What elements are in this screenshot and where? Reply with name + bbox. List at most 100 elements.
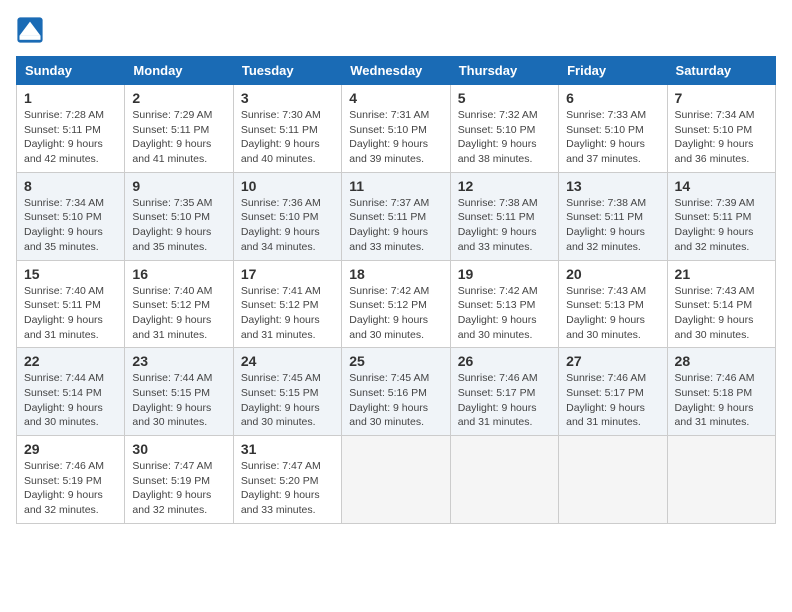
day-number: 6 <box>566 90 659 106</box>
calendar-cell: 16Sunrise: 7:40 AMSunset: 5:12 PMDayligh… <box>125 260 233 348</box>
calendar-cell: 19 Sunrise: 7:42 AMSunset: 5:13 PMDayligh… <box>450 260 558 348</box>
day-header-sunday: Sunday <box>17 57 125 85</box>
day-header-saturday: Saturday <box>667 57 775 85</box>
calendar-week-2: 8 Sunrise: 7:34 AMSunset: 5:10 PMDaylight… <box>17 172 776 260</box>
day-number: 26 <box>458 353 551 369</box>
day-number: 21 <box>675 266 768 282</box>
calendar-cell: 8 Sunrise: 7:34 AMSunset: 5:10 PMDaylight… <box>17 172 125 260</box>
day-info: Sunrise: 7:34 AMSunset: 5:10 PMDaylight:… <box>24 196 117 255</box>
calendar-cell: 30Sunrise: 7:47 AMSunset: 5:19 PMDayligh… <box>125 436 233 524</box>
day-info: Sunrise: 7:39 AMSunset: 5:11 PMDaylight:… <box>675 196 768 255</box>
calendar-cell: 15 Sunrise: 7:40 AMSunset: 5:11 PMDayligh… <box>17 260 125 348</box>
calendar-week-1: 1 Sunrise: 7:28 AMSunset: 5:11 PMDaylight… <box>17 85 776 173</box>
calendar-cell: 14 Sunrise: 7:39 AMSunset: 5:11 PMDayligh… <box>667 172 775 260</box>
calendar-cell: 21 Sunrise: 7:43 AMSunset: 5:14 PMDayligh… <box>667 260 775 348</box>
day-info: Sunrise: 7:44 AMSunset: 5:14 PMDaylight:… <box>24 371 117 430</box>
calendar-cell: 12 Sunrise: 7:38 AMSunset: 5:11 PMDayligh… <box>450 172 558 260</box>
day-info: Sunrise: 7:36 AMSunset: 5:10 PMDaylight:… <box>241 196 334 255</box>
day-info: Sunrise: 7:47 AMSunset: 5:20 PMDaylight:… <box>241 459 334 518</box>
calendar-week-5: 29Sunrise: 7:46 AMSunset: 5:19 PMDayligh… <box>17 436 776 524</box>
day-number: 13 <box>566 178 659 194</box>
day-number: 24 <box>241 353 334 369</box>
calendar-cell <box>559 436 667 524</box>
day-info: Sunrise: 7:46 AMSunset: 5:18 PMDaylight:… <box>675 371 768 430</box>
day-number: 28 <box>675 353 768 369</box>
calendar-table: SundayMondayTuesdayWednesdayThursdayFrid… <box>16 56 776 524</box>
day-info: Sunrise: 7:40 AMSunset: 5:12 PMDaylight:… <box>132 284 225 343</box>
calendar-cell: 24 Sunrise: 7:45 AMSunset: 5:15 PMDayligh… <box>233 348 341 436</box>
day-number: 7 <box>675 90 768 106</box>
day-header-wednesday: Wednesday <box>342 57 450 85</box>
calendar-cell: 17 Sunrise: 7:41 AMSunset: 5:12 PMDayligh… <box>233 260 341 348</box>
day-info: Sunrise: 7:46 AMSunset: 5:17 PMDaylight:… <box>566 371 659 430</box>
calendar-cell <box>342 436 450 524</box>
calendar-cell: 4 Sunrise: 7:31 AMSunset: 5:10 PMDaylight… <box>342 85 450 173</box>
day-number: 19 <box>458 266 551 282</box>
day-info: Sunrise: 7:33 AMSunset: 5:10 PMDaylight:… <box>566 108 659 167</box>
day-number: 4 <box>349 90 442 106</box>
day-number: 31 <box>241 441 334 457</box>
day-info: Sunrise: 7:40 AMSunset: 5:11 PMDaylight:… <box>24 284 117 343</box>
calendar-cell: 20 Sunrise: 7:43 AMSunset: 5:13 PMDayligh… <box>559 260 667 348</box>
calendar-cell: 6 Sunrise: 7:33 AMSunset: 5:10 PMDaylight… <box>559 85 667 173</box>
day-header-friday: Friday <box>559 57 667 85</box>
day-number: 12 <box>458 178 551 194</box>
calendar-cell: 5 Sunrise: 7:32 AMSunset: 5:10 PMDaylight… <box>450 85 558 173</box>
logo-icon <box>16 16 44 44</box>
day-info: Sunrise: 7:38 AMSunset: 5:11 PMDaylight:… <box>458 196 551 255</box>
day-number: 30 <box>132 441 225 457</box>
header-row: SundayMondayTuesdayWednesdayThursdayFrid… <box>17 57 776 85</box>
calendar-cell: 31 Sunrise: 7:47 AMSunset: 5:20 PMDayligh… <box>233 436 341 524</box>
day-info: Sunrise: 7:45 AMSunset: 5:16 PMDaylight:… <box>349 371 442 430</box>
day-info: Sunrise: 7:41 AMSunset: 5:12 PMDaylight:… <box>241 284 334 343</box>
calendar-cell: 1 Sunrise: 7:28 AMSunset: 5:11 PMDaylight… <box>17 85 125 173</box>
day-header-monday: Monday <box>125 57 233 85</box>
day-header-tuesday: Tuesday <box>233 57 341 85</box>
day-info: Sunrise: 7:42 AMSunset: 5:13 PMDaylight:… <box>458 284 551 343</box>
day-number: 25 <box>349 353 442 369</box>
calendar-cell: 9 Sunrise: 7:35 AMSunset: 5:10 PMDaylight… <box>125 172 233 260</box>
day-number: 1 <box>24 90 117 106</box>
calendar-cell: 2Sunrise: 7:29 AMSunset: 5:11 PMDaylight… <box>125 85 233 173</box>
calendar-cell: 7Sunrise: 7:34 AMSunset: 5:10 PMDaylight… <box>667 85 775 173</box>
calendar-cell: 13 Sunrise: 7:38 AMSunset: 5:11 PMDayligh… <box>559 172 667 260</box>
day-number: 9 <box>132 178 225 194</box>
day-number: 18 <box>349 266 442 282</box>
calendar-cell: 3 Sunrise: 7:30 AMSunset: 5:11 PMDaylight… <box>233 85 341 173</box>
day-number: 23 <box>132 353 225 369</box>
day-number: 10 <box>241 178 334 194</box>
calendar-cell: 18Sunrise: 7:42 AMSunset: 5:12 PMDayligh… <box>342 260 450 348</box>
logo <box>16 16 48 44</box>
day-info: Sunrise: 7:43 AMSunset: 5:14 PMDaylight:… <box>675 284 768 343</box>
calendar-cell: 28 Sunrise: 7:46 AMSunset: 5:18 PMDayligh… <box>667 348 775 436</box>
day-number: 29 <box>24 441 117 457</box>
day-info: Sunrise: 7:28 AMSunset: 5:11 PMDaylight:… <box>24 108 117 167</box>
day-info: Sunrise: 7:44 AMSunset: 5:15 PMDaylight:… <box>132 371 225 430</box>
day-number: 14 <box>675 178 768 194</box>
day-number: 3 <box>241 90 334 106</box>
day-info: Sunrise: 7:30 AMSunset: 5:11 PMDaylight:… <box>241 108 334 167</box>
calendar-week-4: 22 Sunrise: 7:44 AMSunset: 5:14 PMDayligh… <box>17 348 776 436</box>
page-header <box>16 16 776 44</box>
day-info: Sunrise: 7:32 AMSunset: 5:10 PMDaylight:… <box>458 108 551 167</box>
calendar-cell: 29Sunrise: 7:46 AMSunset: 5:19 PMDayligh… <box>17 436 125 524</box>
calendar-week-3: 15 Sunrise: 7:40 AMSunset: 5:11 PMDayligh… <box>17 260 776 348</box>
day-info: Sunrise: 7:35 AMSunset: 5:10 PMDaylight:… <box>132 196 225 255</box>
day-number: 5 <box>458 90 551 106</box>
day-number: 20 <box>566 266 659 282</box>
day-info: Sunrise: 7:43 AMSunset: 5:13 PMDaylight:… <box>566 284 659 343</box>
calendar-cell: 26Sunrise: 7:46 AMSunset: 5:17 PMDayligh… <box>450 348 558 436</box>
calendar-cell: 11Sunrise: 7:37 AMSunset: 5:11 PMDayligh… <box>342 172 450 260</box>
day-number: 22 <box>24 353 117 369</box>
calendar-cell <box>667 436 775 524</box>
day-number: 17 <box>241 266 334 282</box>
day-number: 8 <box>24 178 117 194</box>
day-info: Sunrise: 7:38 AMSunset: 5:11 PMDaylight:… <box>566 196 659 255</box>
day-number: 27 <box>566 353 659 369</box>
calendar-cell: 22 Sunrise: 7:44 AMSunset: 5:14 PMDayligh… <box>17 348 125 436</box>
day-number: 15 <box>24 266 117 282</box>
calendar-cell: 23 Sunrise: 7:44 AMSunset: 5:15 PMDayligh… <box>125 348 233 436</box>
day-info: Sunrise: 7:31 AMSunset: 5:10 PMDaylight:… <box>349 108 442 167</box>
day-info: Sunrise: 7:45 AMSunset: 5:15 PMDaylight:… <box>241 371 334 430</box>
day-number: 11 <box>349 178 442 194</box>
